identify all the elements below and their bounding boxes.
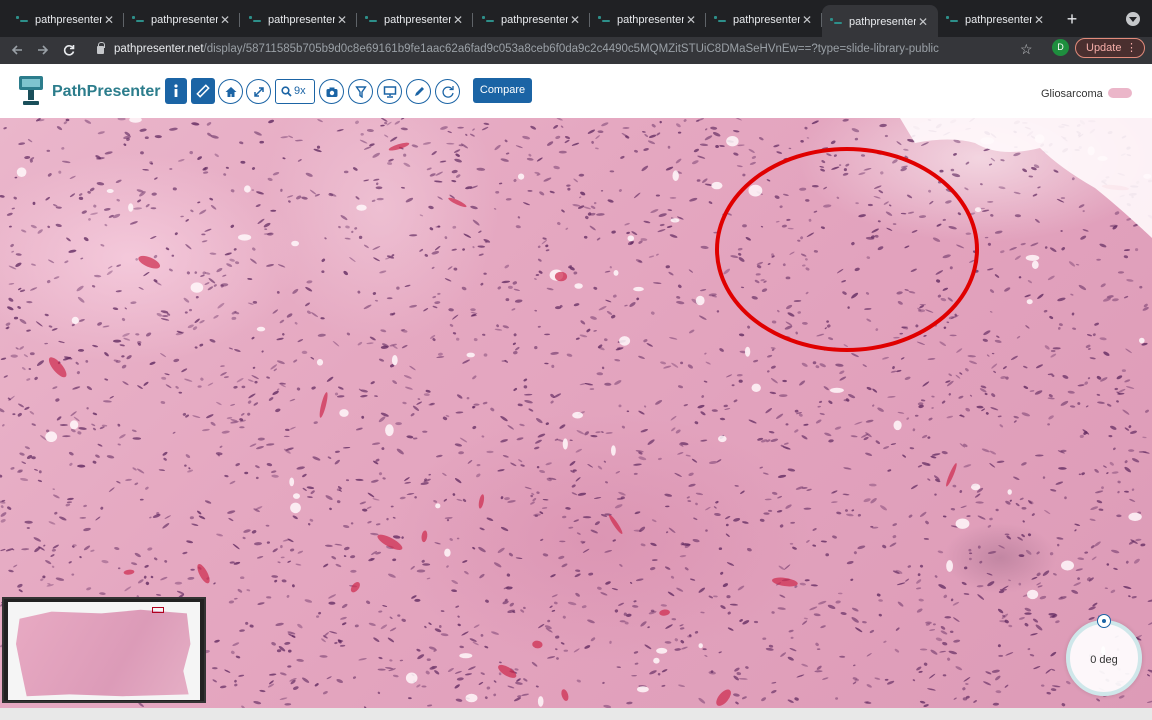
annotation-ellipse[interactable] — [715, 147, 979, 352]
zoom-control[interactable]: 9x — [275, 79, 315, 104]
browser-tab[interactable]: pathpresenter ✕ — [8, 6, 124, 34]
url-text: pathpresenter.net/display/58711585b705b9… — [114, 43, 939, 55]
browser-tab[interactable]: pathpresenter ✕ — [124, 6, 240, 34]
minimap-tissue — [16, 609, 191, 697]
url-path: /display/58711585b705b9d0c8e69161b9fe1aa… — [203, 43, 939, 55]
pathpresenter-favicon-icon — [249, 15, 261, 25]
status-strip — [0, 708, 1152, 720]
filter-icon — [355, 85, 366, 98]
pathpresenter-favicon-icon — [365, 15, 377, 25]
brand-name: PathPresenter — [52, 83, 161, 100]
tab-search-icon[interactable] — [1126, 12, 1140, 26]
tab-title: pathpresenter — [35, 14, 102, 26]
kebab-menu-icon: ⋮ — [1126, 42, 1137, 54]
app-header: PathPresenter 9x Compare Gliosarcoma — [0, 64, 1152, 118]
home-icon — [225, 86, 236, 97]
tab-title: pathpresenter — [617, 14, 684, 26]
info-icon — [174, 84, 178, 97]
tab-close-icon[interactable]: ✕ — [335, 13, 349, 27]
pathpresenter-favicon-icon — [16, 15, 28, 25]
expand-icon — [253, 86, 264, 97]
tab-close-icon[interactable]: ✕ — [916, 15, 930, 29]
tab-close-icon[interactable]: ✕ — [102, 13, 116, 27]
tab-title: pathpresenter — [733, 14, 800, 26]
browser-tab-strip: pathpresenter ✕ pathpresenter ✕ pathpres… — [0, 0, 1152, 38]
browser-tab-active[interactable]: pathpresenter ✕ — [822, 5, 938, 38]
tab-close-icon[interactable]: ✕ — [1032, 13, 1046, 27]
tab-close-icon[interactable]: ✕ — [684, 13, 698, 27]
tab-close-icon[interactable]: ✕ — [218, 13, 232, 27]
tab-close-icon[interactable]: ✕ — [568, 13, 582, 27]
forward-arrow-icon — [38, 45, 49, 55]
browser-tab[interactable]: pathpresenter ✕ — [590, 6, 706, 34]
info-button[interactable] — [165, 78, 187, 104]
zoom-level: 9x — [294, 85, 306, 97]
pathpresenter-favicon-icon — [598, 15, 610, 25]
update-button[interactable]: Update ⋮ — [1075, 38, 1145, 58]
minimap-viewport-indicator[interactable] — [152, 607, 164, 613]
tab-close-icon[interactable]: ✕ — [800, 13, 814, 27]
ruler-icon — [196, 84, 210, 98]
tab-separator — [239, 13, 240, 27]
pathpresenter-favicon-icon — [482, 15, 494, 25]
redacted-label — [1108, 88, 1132, 98]
microscope-logo-icon — [19, 76, 43, 105]
home-button[interactable] — [218, 79, 243, 104]
bookmark-star-icon[interactable]: ☆ — [1020, 41, 1033, 58]
pathpresenter-favicon-icon — [946, 15, 958, 25]
update-label: Update — [1086, 42, 1122, 54]
browser-tab[interactable]: pathpresenter ✕ — [357, 6, 473, 34]
monitor-icon — [383, 85, 396, 98]
fullscreen-button[interactable] — [246, 79, 271, 104]
back-button[interactable] — [6, 40, 28, 62]
filter-button[interactable] — [348, 79, 373, 104]
browser-tab[interactable]: pathpresenter ✕ — [706, 6, 822, 34]
tab-title: pathpresenter — [151, 14, 218, 26]
new-tab-button[interactable]: + — [1062, 9, 1082, 29]
presentation-button[interactable] — [377, 79, 402, 104]
address-bar[interactable]: pathpresenter.net/display/58711585b705b9… — [88, 39, 1044, 63]
tab-close-icon[interactable]: ✕ — [451, 13, 465, 27]
browser-tab[interactable]: pathpresenter ✕ — [938, 6, 1054, 34]
browser-toolbar: pathpresenter.net/display/58711585b705b9… — [0, 37, 1152, 64]
lock-icon — [97, 42, 105, 54]
tab-title: pathpresenter — [501, 14, 568, 26]
slide-viewer[interactable]: 0 deg — [0, 118, 1152, 708]
annotate-button[interactable] — [406, 79, 431, 104]
snapshot-button[interactable] — [319, 79, 344, 104]
browser-tab[interactable]: pathpresenter ✕ — [241, 6, 357, 34]
pathpresenter-favicon-icon — [830, 17, 842, 27]
profile-avatar[interactable]: D — [1052, 39, 1069, 56]
reload-button[interactable] — [58, 40, 80, 62]
rotation-knob-icon[interactable] — [1097, 614, 1111, 628]
slide-title: Gliosarcoma — [1041, 88, 1103, 100]
compare-button[interactable]: Compare — [473, 78, 532, 103]
reload-icon — [63, 45, 75, 56]
back-arrow-icon — [11, 45, 22, 55]
tab-title: pathpresenter — [384, 14, 451, 26]
rotation-value: 0 deg — [1090, 654, 1118, 666]
pathpresenter-favicon-icon — [132, 15, 144, 25]
pathpresenter-favicon-icon — [714, 15, 726, 25]
camera-icon — [326, 87, 337, 97]
pencil-icon — [414, 86, 424, 96]
browser-tab[interactable]: pathpresenter ✕ — [474, 6, 590, 34]
rotate-button[interactable] — [435, 79, 460, 104]
forward-button[interactable] — [32, 40, 54, 62]
url-host: pathpresenter.net — [114, 43, 204, 55]
tab-title: pathpresenter — [268, 14, 335, 26]
tab-separator — [472, 13, 473, 27]
rotate-icon — [441, 85, 454, 98]
measure-button[interactable] — [191, 78, 215, 104]
tab-title: pathpresenter — [965, 14, 1032, 26]
zoom-icon — [281, 86, 292, 97]
tab-title: pathpresenter — [849, 15, 916, 28]
rotation-dial[interactable]: 0 deg — [1066, 614, 1142, 696]
slide-minimap[interactable] — [2, 597, 206, 703]
